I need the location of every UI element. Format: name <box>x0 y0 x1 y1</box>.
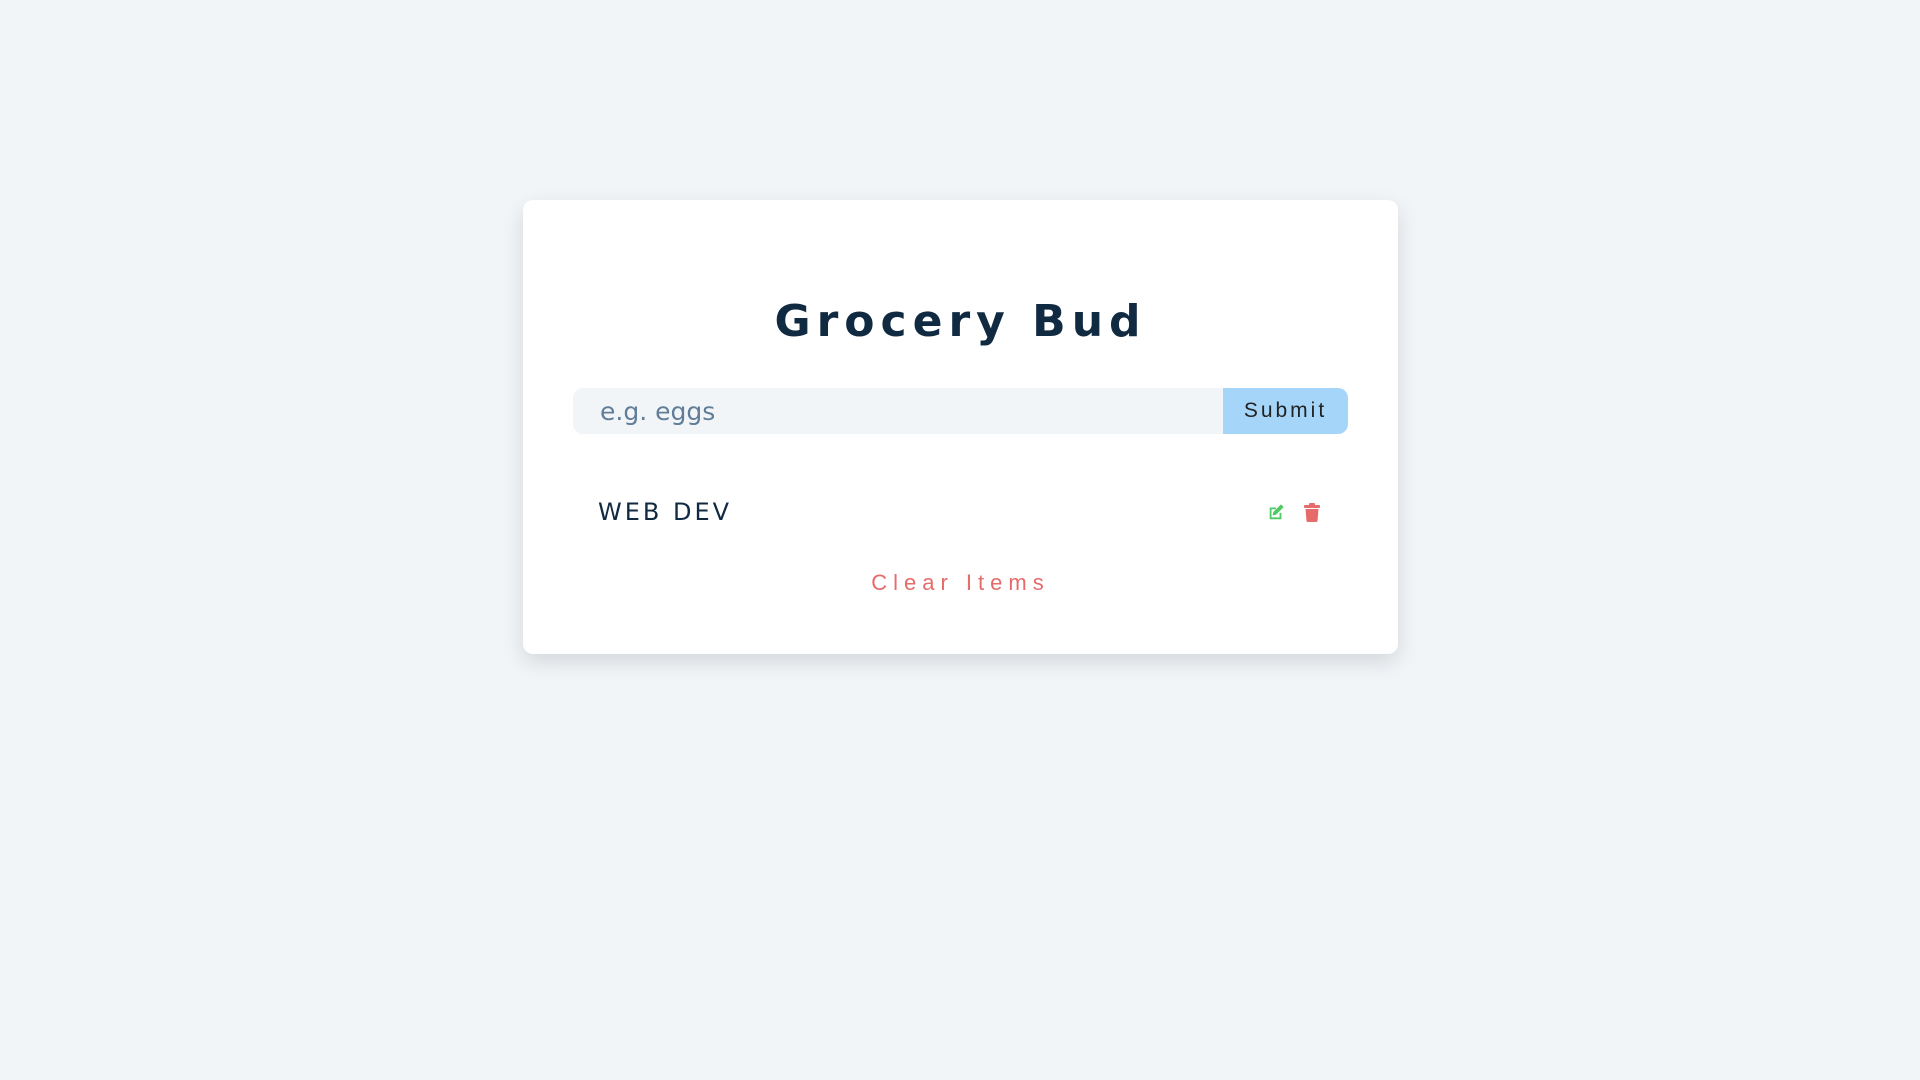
item-title: WEB DEV <box>598 498 733 526</box>
grocery-card: Grocery Bud Submit WEB DEV <box>523 200 1398 654</box>
item-actions <box>1266 501 1322 523</box>
grocery-list: WEB DEV <box>573 490 1348 534</box>
grocery-input[interactable] <box>573 388 1223 434</box>
app-title: Grocery Bud <box>774 296 1147 347</box>
grocery-form: Submit <box>573 388 1348 434</box>
clear-container: Clear Items <box>523 570 1398 596</box>
submit-button[interactable]: Submit <box>1223 388 1348 434</box>
trash-icon <box>1304 502 1320 522</box>
clear-items-button[interactable]: Clear Items <box>871 570 1049 596</box>
edit-button[interactable] <box>1266 501 1286 523</box>
delete-button[interactable] <box>1302 501 1322 523</box>
list-item: WEB DEV <box>573 490 1348 534</box>
edit-icon <box>1269 504 1284 520</box>
